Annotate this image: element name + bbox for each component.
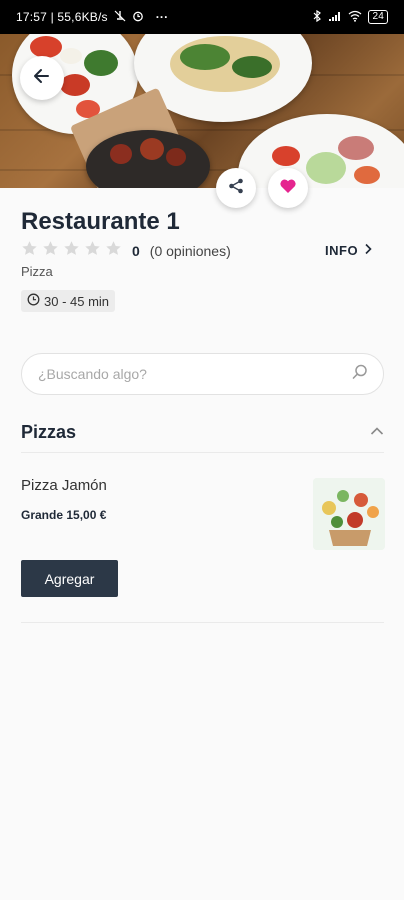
tomato — [60, 74, 90, 96]
item-divider — [21, 622, 384, 623]
status-more: ··· — [155, 10, 169, 24]
info-label: INFO — [325, 243, 359, 258]
info-link[interactable]: INFO — [325, 243, 372, 258]
tomato — [30, 36, 62, 58]
star-icon — [63, 240, 80, 262]
search-bar — [21, 353, 384, 395]
basil — [84, 50, 118, 76]
arrow-left-icon — [32, 66, 52, 91]
heart-icon — [279, 177, 297, 200]
signal-icon — [328, 10, 342, 25]
status-bar: 17:57 | 55,6KB/s ··· 24 — [0, 0, 404, 34]
battery-indicator: 24 — [368, 10, 388, 24]
share-icon — [227, 177, 245, 200]
restaurant-category: Pizza — [21, 264, 53, 279]
search-icon[interactable] — [351, 363, 369, 386]
alarm-icon — [132, 10, 144, 25]
restaurant-name: Restaurante 1 — [21, 208, 180, 235]
bluetooth-icon — [312, 9, 322, 25]
wifi-icon — [348, 10, 362, 25]
mute-icon — [114, 10, 126, 25]
status-right: 24 — [312, 9, 388, 25]
mozzarella — [60, 48, 82, 64]
star-icon — [105, 240, 122, 262]
menu-item-image — [313, 478, 385, 550]
delivery-time-badge: 30 - 45 min — [21, 290, 116, 312]
back-button[interactable] — [20, 56, 64, 100]
section-title: Pizzas — [21, 421, 77, 442]
ham — [338, 136, 374, 160]
status-left: 17:57 | 55,6KB/s ··· — [16, 10, 168, 25]
rating-opinions: (0 opiniones) — [149, 243, 231, 259]
greens — [232, 56, 272, 78]
star-icon — [84, 240, 101, 262]
meatball — [110, 144, 132, 164]
rating-row: 0 (0 opiniones) — [21, 240, 231, 262]
star-icon — [21, 240, 38, 262]
menu-item-name: Pizza Jamón — [21, 477, 107, 494]
section-divider — [21, 452, 384, 453]
star-icon — [42, 240, 59, 262]
rating-value: 0 — [132, 243, 140, 259]
lettuce — [306, 152, 346, 184]
meatball — [166, 148, 186, 166]
menu-item-price: Grande 15,00 € — [21, 508, 107, 522]
greens — [180, 44, 230, 70]
add-to-cart-button[interactable]: Agregar — [21, 560, 118, 597]
chevron-right-icon — [364, 243, 372, 258]
chevron-up-icon — [370, 423, 384, 441]
delivery-time: 30 - 45 min — [44, 293, 110, 309]
meatball — [140, 138, 164, 160]
tomato — [272, 146, 300, 166]
favorite-button[interactable] — [268, 168, 308, 208]
restaurant-hero-image — [0, 34, 404, 188]
section-header-pizzas[interactable]: Pizzas — [21, 412, 384, 452]
share-button[interactable] — [216, 168, 256, 208]
status-time-network: 17:57 | 55,6KB/s — [16, 10, 108, 24]
carrot — [354, 166, 380, 184]
clock-icon — [27, 293, 40, 309]
search-input[interactable] — [36, 365, 351, 383]
